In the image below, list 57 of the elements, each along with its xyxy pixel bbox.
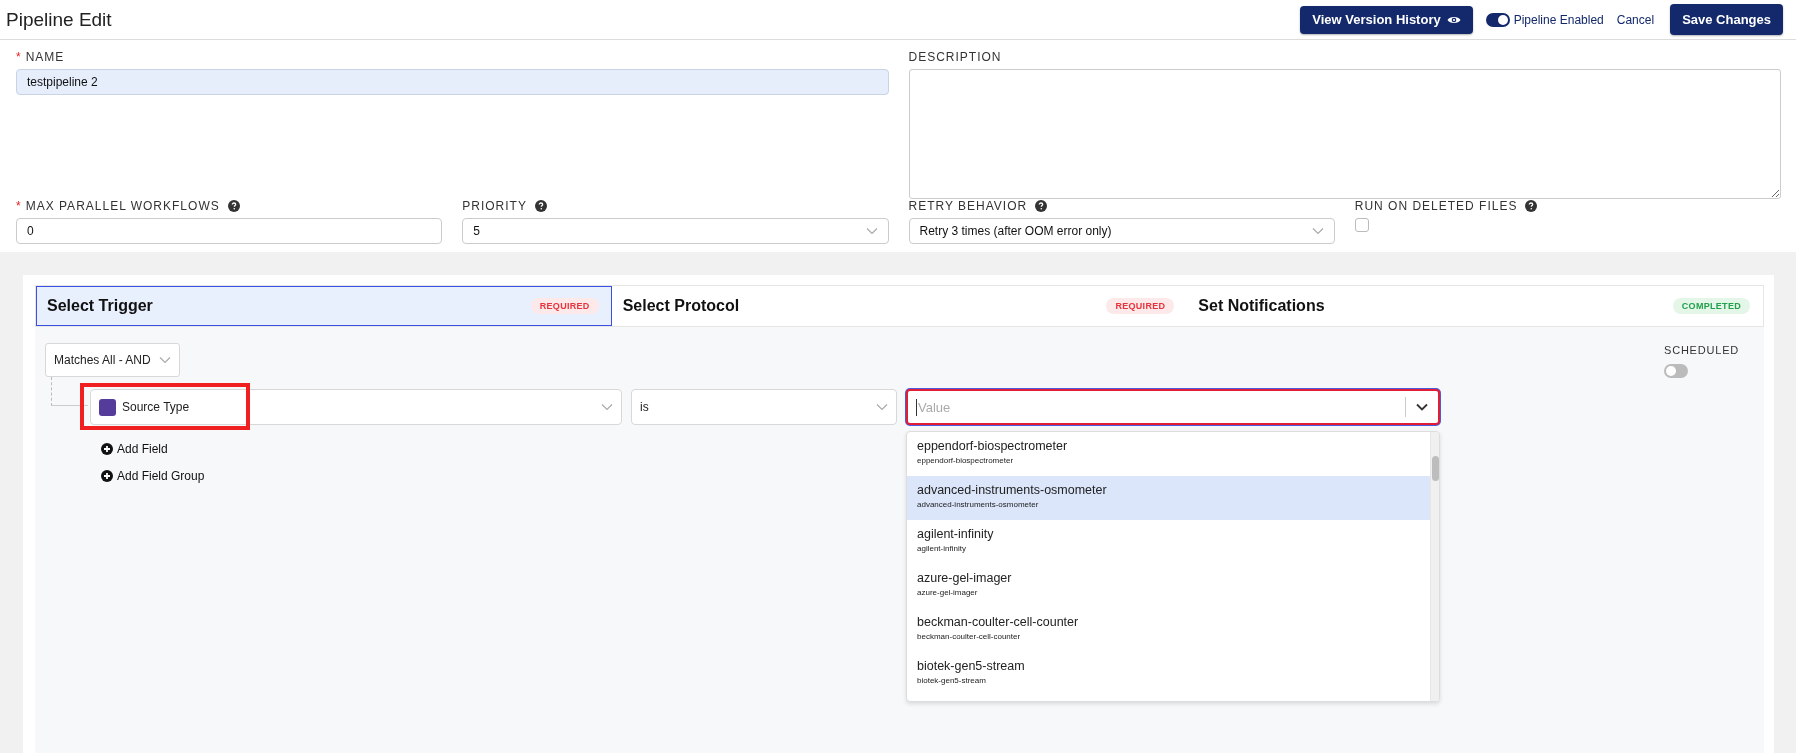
- field-label: RUN ON DELETED FILES: [1354, 199, 1518, 213]
- checkbox[interactable]: [1354, 218, 1369, 232]
- field-label: PRIORITY: [462, 199, 527, 213]
- square-icon: [99, 398, 116, 416]
- dropdown-option[interactable]: advanced-instruments-osmometer advanced-instruments-osmometer: [907, 476, 1430, 520]
- step-tab[interactable]: Select Trigger REQUIRED: [36, 286, 612, 326]
- scheduled-toggle[interactable]: [1664, 364, 1688, 378]
- operator-select[interactable]: is: [631, 389, 897, 425]
- add-button[interactable]: Add Field Group: [101, 469, 205, 483]
- status-badge: REQUIRED: [530, 298, 599, 314]
- chevron-down-icon: [601, 403, 613, 411]
- step-tab[interactable]: Select Protocol REQUIRED: [611, 286, 1188, 326]
- page-title: Pipeline Edit: [6, 8, 112, 31]
- select-field[interactable]: 5: [462, 218, 889, 244]
- eye-icon: [1446, 14, 1461, 25]
- scheduled-label: SCHEDULED: [1664, 344, 1740, 356]
- scrollbar[interactable]: [1430, 432, 1439, 701]
- save-changes-button[interactable]: Save Changes: [1670, 4, 1783, 35]
- select-field[interactable]: Retry 3 times (after OOM error only): [908, 218, 1335, 244]
- help-icon: [534, 200, 547, 212]
- pipeline-enabled-toggle[interactable]: [1485, 12, 1510, 27]
- value-input[interactable]: Value: [916, 398, 1395, 416]
- match-select[interactable]: Matches All - AND: [45, 343, 180, 377]
- chevron-down-icon: [158, 356, 171, 364]
- chevron-down-icon: [865, 227, 878, 235]
- plus-circle-icon: [101, 470, 113, 482]
- step-tab[interactable]: Set Notifications COMPLETED: [1187, 286, 1763, 326]
- help-icon: [1525, 200, 1538, 212]
- dropdown-option[interactable]: azure-gel-imager azure-gel-imager: [907, 564, 1430, 608]
- help-icon: [1035, 200, 1048, 212]
- chevron-down-icon: [1311, 227, 1324, 235]
- field-label: RETRY BEHAVIOR: [908, 199, 1028, 213]
- field-label: MAX PARALLEL WORKFLOWS: [25, 199, 220, 213]
- status-badge: COMPLETED: [1672, 298, 1750, 314]
- plus-circle-icon: [101, 443, 113, 455]
- chevron-down-icon: [876, 403, 888, 411]
- required-mark: *: [16, 199, 21, 213]
- tree-connector: [51, 377, 88, 406]
- dropdown-option[interactable]: agilent-infinity agilent-infinity: [907, 520, 1430, 564]
- view-version-history-button[interactable]: View Version History: [1300, 5, 1473, 34]
- field-select[interactable]: Source Type: [90, 389, 622, 425]
- field-label: DESCRIPTION: [908, 50, 1002, 64]
- status-badge: REQUIRED: [1106, 298, 1175, 314]
- text-input-field[interactable]: testpipeline 2: [16, 69, 889, 95]
- field-label: NAME: [25, 50, 65, 64]
- cancel-link[interactable]: Cancel: [1616, 12, 1655, 27]
- description-field[interactable]: [908, 69, 1781, 199]
- dropdown-option[interactable]: eppendorf-biospectrometer eppendorf-biospectrometer: [907, 432, 1430, 476]
- chevron-down-icon: [1416, 403, 1428, 411]
- add-button[interactable]: Add Field: [101, 442, 168, 456]
- text-input-field[interactable]: 0: [16, 218, 443, 244]
- dropdown-option[interactable]: beckman-coulter-cell-counter beckman-coulter-cell-counter: [907, 608, 1430, 652]
- required-mark: *: [16, 50, 21, 64]
- pipeline-enabled-label: Pipeline Enabled: [1513, 12, 1604, 27]
- help-icon: [227, 200, 240, 212]
- dropdown-option[interactable]: biotek-gen5-stream biotek-gen5-stream: [907, 652, 1430, 696]
- value-combobox[interactable]: Value: [906, 389, 1440, 425]
